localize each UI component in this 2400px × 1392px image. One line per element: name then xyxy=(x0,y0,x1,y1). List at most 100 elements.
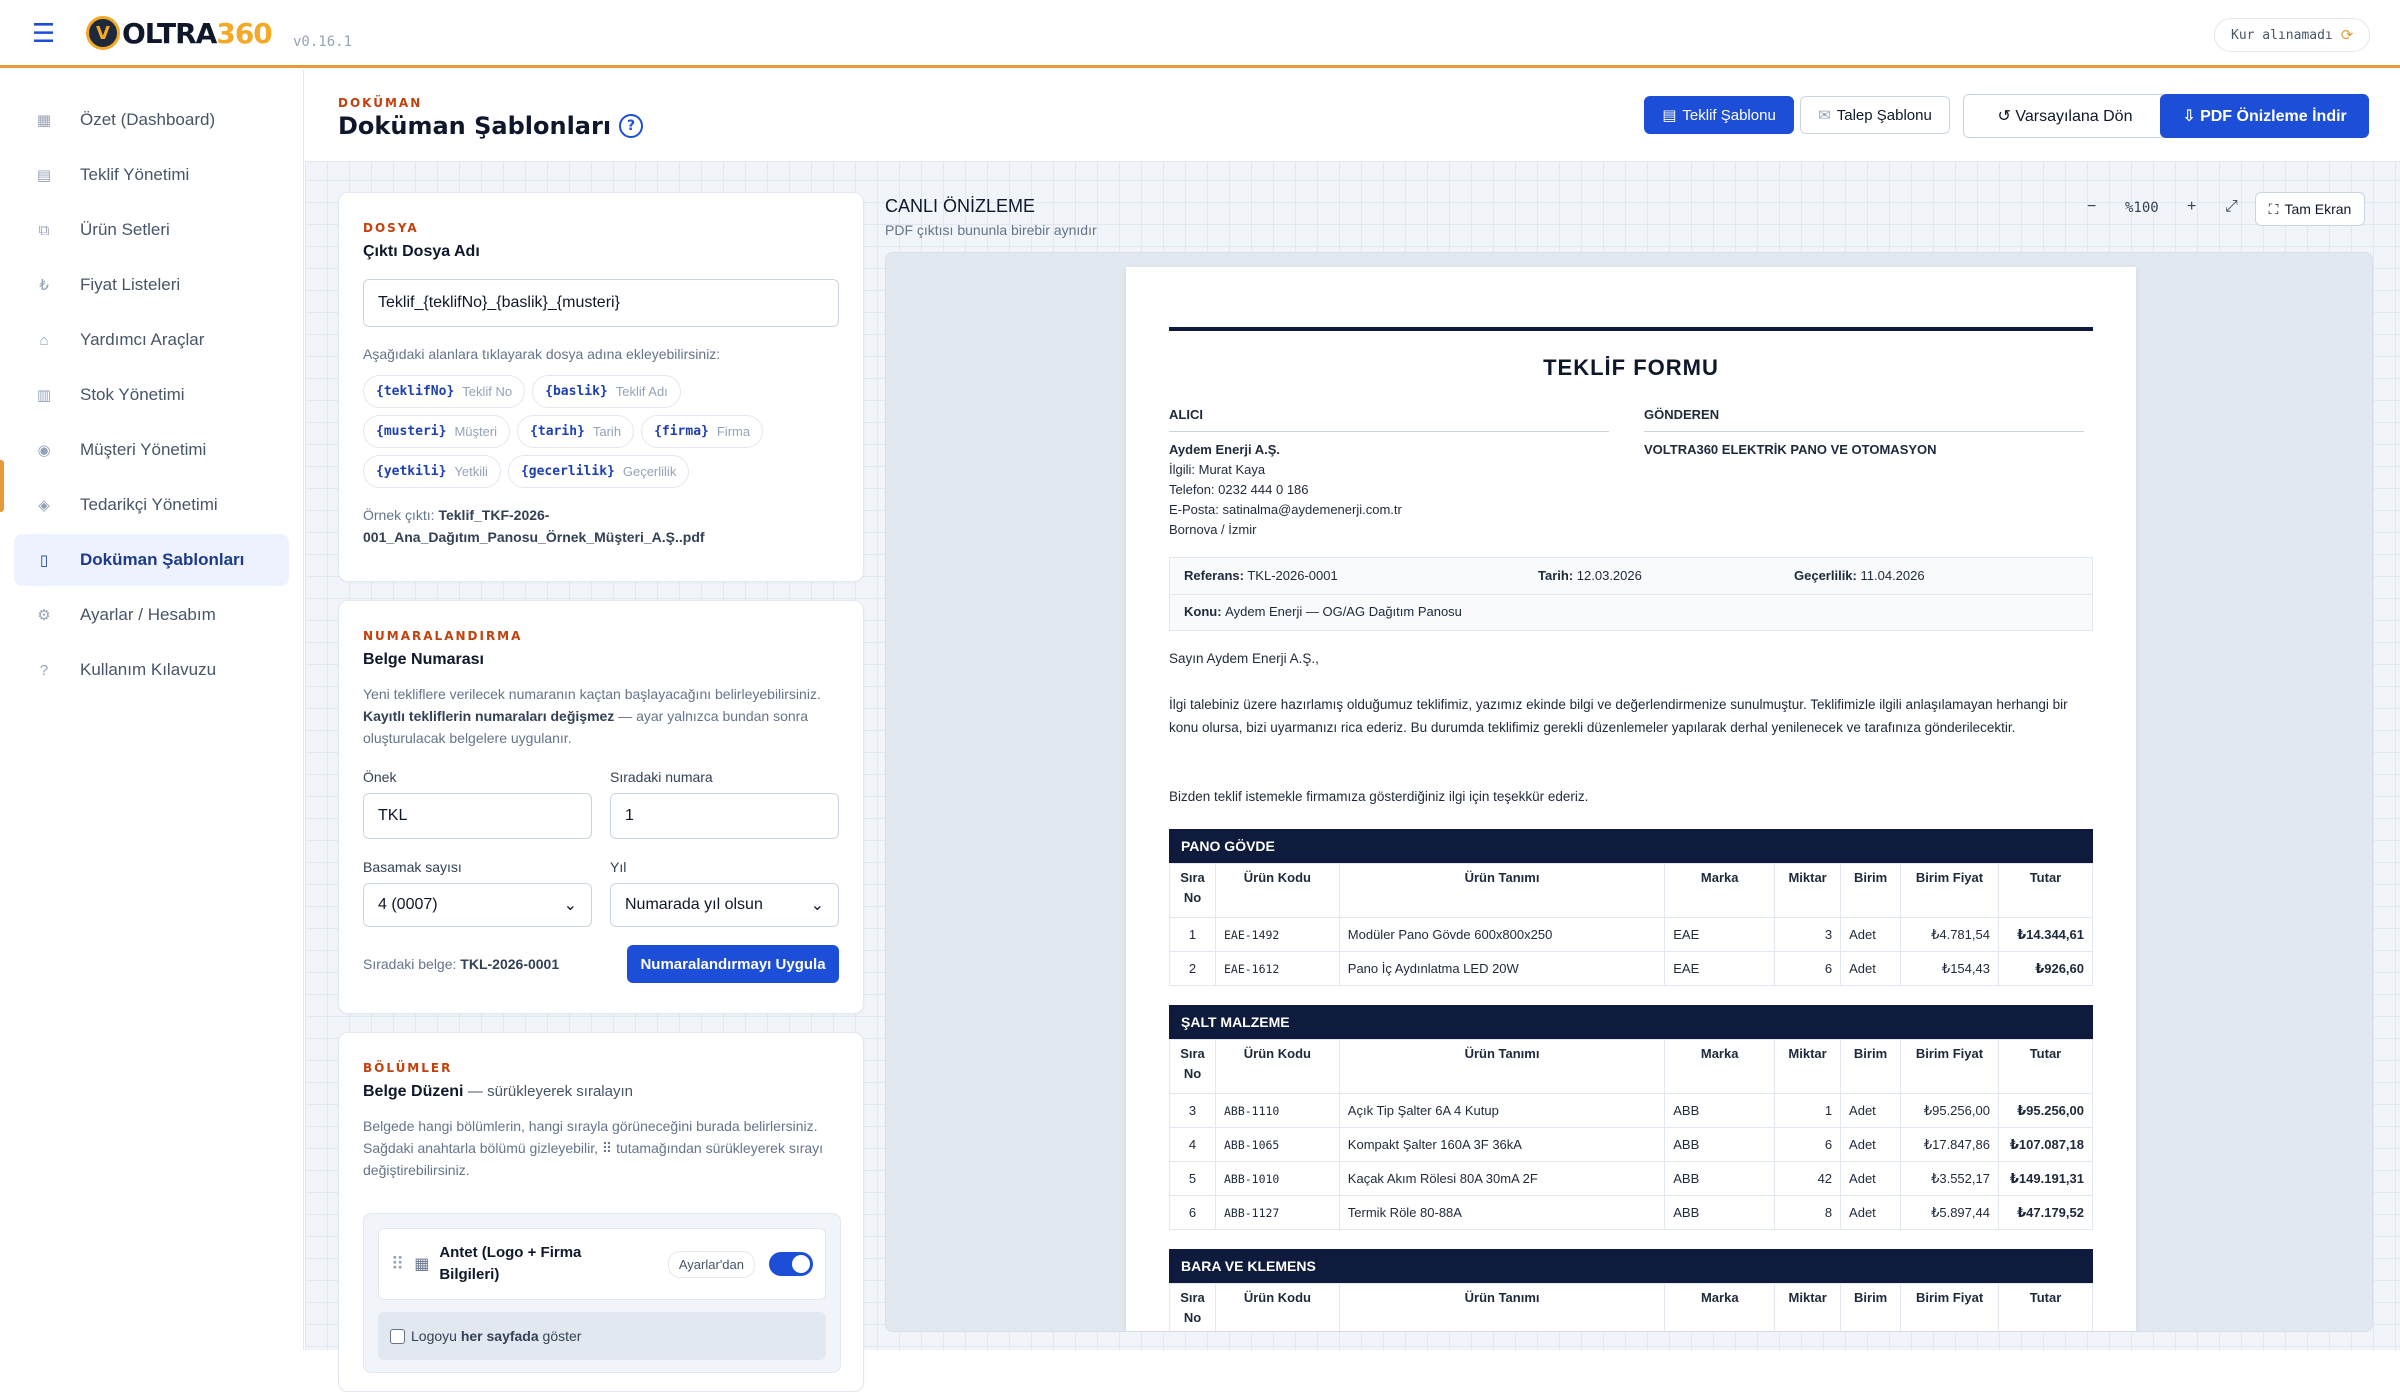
reference-box: Referans: TKL-2026-0001 Tarih: 12.03.202… xyxy=(1169,557,2093,631)
list-icon: ▤ xyxy=(36,167,52,184)
col-header: Marka xyxy=(1664,1039,1776,1094)
validity: Geçerlilik: 11.04.2026 xyxy=(1794,568,1925,583)
sidebar-item-musteri[interactable]: ◉ Müşteri Yönetimi xyxy=(14,424,289,476)
chip-yetkili[interactable]: {yetkili} Yetkili xyxy=(363,455,501,488)
logo-badge: V xyxy=(86,16,120,50)
sidebar-item-urun-setleri[interactable]: ⧉ Ürün Setleri xyxy=(14,204,289,256)
logo-every-page-checkbox[interactable] xyxy=(390,1328,405,1344)
section-name: Antet (Logo + Firma Bilgileri) xyxy=(439,1244,582,1283)
table-row: 5 ABB-1010 Kaçak Akım Rölesi 80A 30mA 2F AB… xyxy=(1169,1161,2094,1196)
fullscreen-button[interactable]: ⛶ Tam Ekran xyxy=(2255,192,2365,226)
sections-description: Belgede hangi bölümlerin, hangi sırayla … xyxy=(363,1118,824,1178)
col-header: Marka xyxy=(1664,1283,1776,1331)
toolbox-icon: ⌂ xyxy=(39,331,49,349)
question-icon: ? xyxy=(39,661,49,679)
document-icon: ▤ xyxy=(1662,107,1677,124)
col-header: Ürün Kodu xyxy=(1214,1283,1340,1331)
zoom-in-button[interactable]: + xyxy=(2187,198,2196,216)
subject: Konu: Aydem Enerji — OG/AG Dağıtım Panos… xyxy=(1184,604,1462,619)
next-number-input[interactable]: 1 xyxy=(610,793,839,839)
digits-label: Basamak sayısı xyxy=(363,859,462,875)
help-icon[interactable]: ? xyxy=(619,114,644,138)
sidebar-item-yardimci[interactable]: ⌂ Yardımcı Araçlar xyxy=(14,314,289,366)
buyer-block: ALICI Aydem Enerji A.Ş. İlgili: Murat Ka… xyxy=(1169,405,1609,540)
active-indicator xyxy=(0,460,4,512)
col-header: Miktar xyxy=(1774,1039,1842,1094)
thanks-line: Bizden teklif istemekle firmamıza göster… xyxy=(1169,789,1589,804)
col-header: Miktar xyxy=(1774,1283,1842,1331)
prefix-input[interactable]: TKL xyxy=(363,793,592,839)
chip-musteri[interactable]: {musteri} Müşteri xyxy=(363,415,511,448)
year-select[interactable]: Numarada yıl olsun ⌄ xyxy=(610,883,839,927)
lira-icon: ₺ xyxy=(39,277,49,294)
chip-tarih[interactable]: {tarih} Tarih xyxy=(517,415,635,448)
sections-card: BÖLÜMLER Belge Düzeni — sürükleyerek sır… xyxy=(338,1032,864,1392)
date: Tarih: 12.03.2026 xyxy=(1538,568,1642,583)
zoom-level: %100 xyxy=(2125,200,2159,216)
page-header: DOKÜMAN Doküman Şablonları? ▤ Teklif Şabl… xyxy=(305,70,2400,162)
fit-icon[interactable]: ⤢ xyxy=(2225,198,2238,216)
sidebar: ▦ Özet (Dashboard) ▤ Teklif Yönetimi ⧉ Ürün… xyxy=(0,70,304,1350)
drag-handle-icon[interactable]: ⠿ xyxy=(391,1254,404,1275)
sidebar-item-fiyat[interactable]: ₺ Fiyat Listeleri xyxy=(14,259,289,311)
section-item-antet[interactable]: ⠿ ▦ Antet (Logo + Firma Bilgileri) Ayarl… xyxy=(378,1228,826,1300)
refresh-icon: ⟳ xyxy=(2340,26,2354,44)
group-header-bara: BARA VE KLEMENS xyxy=(1169,1249,2093,1283)
building-icon: ▦ xyxy=(414,1256,430,1273)
document-top-rule xyxy=(1169,327,2093,331)
page-eyebrow: DOKÜMAN xyxy=(338,96,423,110)
items-table-salt: Sıra No Ürün Kodu Ürün Tanımı Marka Miktar Bi… xyxy=(1169,1039,2094,1230)
card-title: Belge Düzeni — sürükleyerek sıralayın xyxy=(363,1083,633,1100)
chip-firma[interactable]: {firma} Firma xyxy=(641,415,764,448)
group-header-salt: ŞALT MALZEME xyxy=(1169,1005,2093,1039)
sidebar-item-kilavuz[interactable]: ? Kullanım Kılavuzu xyxy=(14,644,289,696)
menu-icon[interactable]: ☰ xyxy=(32,20,55,46)
filename-card: DOSYA Çıktı Dosya Adı Teklif_{teklifNo}_… xyxy=(338,192,864,582)
page-title: Doküman Şablonları? xyxy=(338,112,644,140)
brand-logo[interactable]: V OLTRA360 xyxy=(86,16,273,50)
digits-select[interactable]: 4 (0007) ⌄ xyxy=(363,883,592,927)
section-toggle[interactable] xyxy=(769,1252,813,1276)
col-header: Ürün Kodu xyxy=(1214,1039,1340,1094)
talep-template-button[interactable]: ✉ Talep Şablonu xyxy=(1800,96,1950,134)
main-content: DOKÜMAN Doküman Şablonları? ▤ Teklif Şabl… xyxy=(305,70,2400,1392)
buyer-contact: İlgili: Murat Kaya xyxy=(1169,462,1266,477)
sidebar-item-dashboard[interactable]: ▦ Özet (Dashboard) xyxy=(14,94,289,146)
dashboard-icon: ▦ xyxy=(36,112,52,129)
sidebar-item-stok[interactable]: ▥ Stok Yönetimi xyxy=(14,369,289,421)
col-header: Tutar xyxy=(1998,1283,2093,1331)
card-eyebrow: NUMARALANDIRMA xyxy=(363,629,523,643)
reset-default-button[interactable]: ↺ Varsayılana Dön xyxy=(1963,94,2167,138)
buyer-email: E-Posta: satinalma@aydemenerji.com.tr xyxy=(1169,502,1402,517)
sender-block: GÖNDEREN VOLTRA360 ELEKTRİK PANO VE OTOM… xyxy=(1644,405,2084,460)
zoom-out-button[interactable]: − xyxy=(2087,198,2096,216)
sidebar-item-dokuman[interactable]: ▯ Doküman Şablonları xyxy=(14,534,289,586)
chip-baslik[interactable]: {baslik} Teklif Adı xyxy=(532,375,681,408)
preview-frame: TEKLİF FORMU ALICI Aydem Enerji A.Ş. İlg… xyxy=(885,252,2373,1332)
teklif-template-button[interactable]: ▤ Teklif Şablonu xyxy=(1644,96,1794,134)
filename-input[interactable]: Teklif_{teklifNo}_{baslik}_{musteri} xyxy=(363,279,839,327)
document-title: TEKLİF FORMU xyxy=(1543,355,1719,380)
table-row: 2 EAE-1612 Pano İç Aydınlatma LED 20W EAE 6 A… xyxy=(1169,951,2094,986)
exchange-rate-status[interactable]: Kur alınamadı ⟳ xyxy=(2214,18,2371,52)
apply-numbering-button[interactable]: Numaralandırmayı Uygula xyxy=(627,945,839,983)
fullscreen-icon: ⛶ xyxy=(2268,200,2279,217)
col-header: Birim xyxy=(1840,1039,1901,1094)
logo-text: OLTRA360 xyxy=(122,16,273,50)
items-table-bara: Sıra No Ürün Kodu Ürün Tanımı Marka Miktar Bi… xyxy=(1169,1283,2093,1331)
col-header: Tutar xyxy=(1997,863,2094,918)
card-eyebrow: DOSYA xyxy=(363,221,419,235)
prefix-label: Önek xyxy=(363,769,397,785)
card-eyebrow: BÖLÜMLER xyxy=(363,1061,453,1075)
chip-teklifno[interactable]: {teklifNo} Teklif No xyxy=(363,375,526,408)
section-list: ⠿ ▦ Antet (Logo + Firma Bilgileri) Ayarl… xyxy=(363,1213,841,1373)
sidebar-item-teklif[interactable]: ▤ Teklif Yönetimi xyxy=(14,149,289,201)
chip-gecerlilik[interactable]: {gecerlilik} Geçerlilik xyxy=(507,455,690,488)
group-header-pano: PANO GÖVDE xyxy=(1169,829,2093,863)
sidebar-item-tedarikci[interactable]: ◈ Tedarikçi Yönetimi xyxy=(14,479,289,531)
pdf-download-button[interactable]: ⇩ PDF Önizleme İndir xyxy=(2160,94,2369,138)
buyer-heading: ALICI xyxy=(1169,405,1609,432)
sidebar-item-ayarlar[interactable]: ⚙ Ayarlar / Hesabım xyxy=(14,589,289,641)
col-header: Miktar xyxy=(1774,863,1842,918)
salutation: Sayın Aydem Enerji A.Ş., xyxy=(1169,651,1319,666)
